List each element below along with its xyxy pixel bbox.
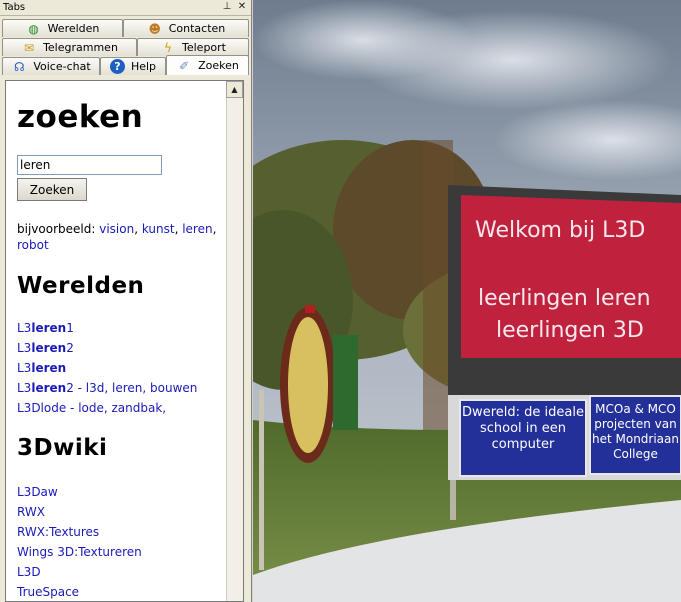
panel-left-text: Dwereld: de ideale school in een compute… (462, 405, 584, 452)
board-text-2: leerlingen leren (478, 286, 651, 311)
wiki-result[interactable]: TrueSpace (17, 582, 142, 601)
small-sign (305, 305, 315, 313)
search-page: zoeken Zoeken bijvoorbeeld: vision, kuns… (5, 80, 244, 602)
wiki-result[interactable]: RWX (17, 502, 142, 522)
wiki-list: L3Daw RWX RWX:Textures Wings 3D:Texturer… (17, 482, 142, 601)
example-link-leren[interactable]: leren (182, 222, 212, 236)
scroll-up-arrow-icon[interactable]: ▲ (226, 81, 243, 98)
werelden-list: L3leren1 L3leren2 L3leren L3leren2 - l3d… (17, 318, 197, 418)
3d-viewport[interactable]: Welkom bij L3D leerlingen leren leerling… (253, 0, 681, 602)
help-icon: ? (109, 59, 125, 74)
tab-label: Teleport (182, 41, 226, 54)
tab-voice-chat[interactable]: ☊ Voice-chat (2, 57, 100, 75)
scene-svg: Welkom bij L3D leerlingen leren leerling… (253, 0, 681, 602)
board-text-3: leerlingen 3D (496, 318, 644, 343)
werelden-result[interactable]: L3Dlode - lode, zandbak, (17, 398, 197, 418)
example-link-vision[interactable]: vision (99, 222, 134, 236)
tab-help[interactable]: ? Help (100, 57, 166, 75)
tab-strip: ◍ Werelden ☻ Contacten ✉ Telegrammen ϟ T… (0, 17, 252, 79)
search-button[interactable]: Zoeken (17, 178, 87, 201)
tab-telegrammen[interactable]: ✉ Telegrammen (2, 38, 137, 56)
panel-titlebar: Tabs ⊥ ✕ (0, 0, 251, 16)
tab-label: Contacten (168, 22, 226, 35)
broom-icon: ✐ (179, 58, 190, 73)
tab-label: Voice-chat (33, 60, 91, 73)
headset-icon: ☊ (13, 59, 25, 74)
info-plaque (333, 335, 358, 430)
lightning-icon: ϟ (164, 40, 172, 55)
tab-label: Help (130, 60, 157, 73)
werelden-heading: Werelden (17, 273, 145, 299)
example-prefix: bijvoorbeeld: (17, 222, 96, 236)
tab-label: Telegrammen (43, 41, 118, 54)
pin-icon[interactable]: ⊥ (221, 1, 233, 14)
wiki-result[interactable]: RWX:Textures (17, 522, 142, 542)
example-link-robot[interactable]: robot (17, 238, 49, 252)
tab-teleport[interactable]: ϟ Teleport (137, 38, 249, 56)
tab-werelden[interactable]: ◍ Werelden (2, 19, 123, 37)
close-icon[interactable]: ✕ (236, 1, 248, 14)
sign-leg (450, 480, 456, 520)
pole (259, 390, 264, 570)
board-text-1: Welkom bij L3D (475, 218, 645, 243)
scrollbar[interactable]: ▲ (226, 81, 243, 601)
wiki-result[interactable]: L3D (17, 562, 142, 582)
wiki-heading: 3Dwiki (17, 435, 108, 461)
tab-label: Werelden (47, 22, 100, 35)
tab-contacten[interactable]: ☻ Contacten (123, 19, 249, 37)
tab-zoeken[interactable]: ✐ Zoeken (166, 55, 249, 75)
panel-title: Tabs (3, 2, 26, 13)
example-link-kunst[interactable]: kunst (142, 222, 175, 236)
cloud (253, 0, 473, 80)
panel-right-text: MCOa & MCO projecten van het Mondriaan C… (591, 402, 679, 461)
example-line: bijvoorbeeld: vision, kunst, leren, robo… (17, 222, 217, 252)
envelope-icon: ✉ (24, 40, 35, 55)
werelden-result[interactable]: L3leren1 (17, 318, 197, 338)
page-title: zoeken (17, 99, 144, 135)
contacts-icon: ☻ (148, 21, 161, 36)
werelden-result[interactable]: L3leren2 - l3d, leren, bouwen (17, 378, 197, 398)
werelden-result[interactable]: L3leren (17, 358, 197, 378)
werelden-result[interactable]: L3leren2 (17, 338, 197, 358)
globe-icon: ◍ (28, 21, 39, 36)
tabs-panel: Tabs ⊥ ✕ ◍ Werelden ☻ Contacten ✉ Telegr… (0, 0, 252, 602)
tab-label: Zoeken (198, 59, 239, 72)
search-input[interactable] (17, 155, 162, 175)
wiki-result[interactable]: Wings 3D:Textureren (17, 542, 142, 562)
wiki-result[interactable]: L3Daw (17, 482, 142, 502)
oval-painting (288, 317, 328, 453)
